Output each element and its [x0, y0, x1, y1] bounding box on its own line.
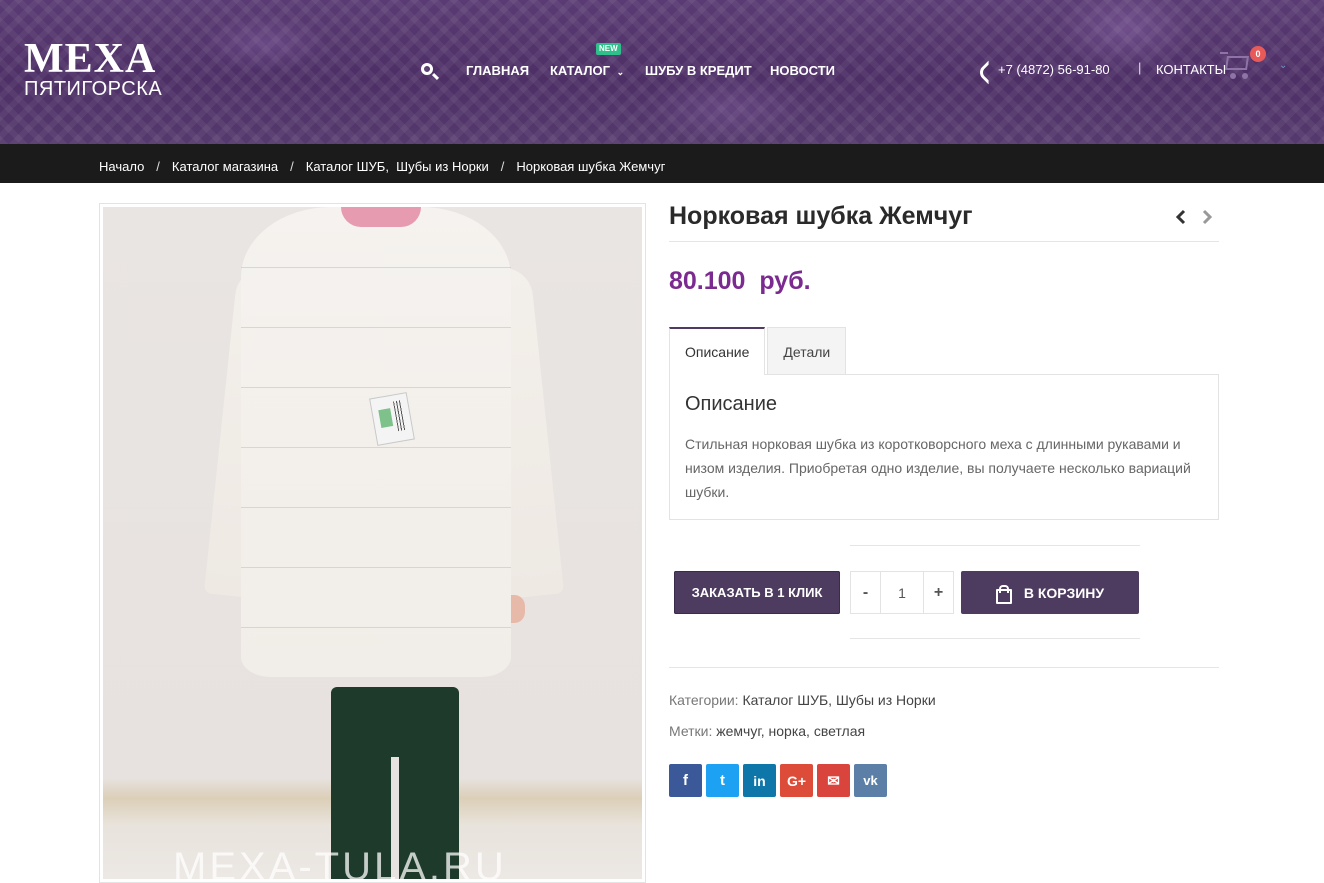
qty-minus-button[interactable]: -: [851, 572, 880, 613]
breadcrumb-current: Норковая шубка Жемчуг: [516, 159, 666, 174]
new-badge: NEW: [596, 43, 621, 55]
nav-item-catalog[interactable]: КАТАЛОГ ⌄: [550, 63, 624, 78]
add-to-cart-button[interactable]: В КОРЗИНУ: [961, 571, 1139, 614]
add-to-cart-label: В КОРЗИНУ: [1023, 584, 1105, 601]
product-tags: Метки: жемчуг, норка, светлая: [669, 723, 865, 739]
twitter-icon[interactable]: t: [706, 764, 739, 797]
tags-links[interactable]: жемчуг, норка, светлая: [716, 723, 865, 739]
header-separator: |: [1138, 60, 1142, 75]
categories-links[interactable]: Каталог ШУБ, Шубы из Норки: [742, 692, 935, 708]
linkedin-icon[interactable]: in: [743, 764, 776, 797]
contacts-link[interactable]: КОНТАКТЫ: [1156, 62, 1226, 77]
description-heading: Описание: [685, 393, 778, 415]
breadcrumb: Начало / Каталог магазина / Каталог ШУБ, Шуб…: [99, 159, 666, 174]
tags-label: Метки:: [669, 723, 713, 739]
breadcrumb-bar: Начало / Каталог магазина / Каталог ШУБ, Шуб…: [0, 144, 1324, 183]
product-nav: [1172, 206, 1216, 228]
divider: [669, 667, 1219, 668]
vk-icon[interactable]: vk: [854, 764, 887, 797]
chevron-down-icon: ⌄: [616, 67, 625, 77]
site-header: МЕХА ПЯТИГОРСКА ГЛАВНАЯ NEW КАТАЛОГ ⌄ ШУ…: [0, 0, 1324, 144]
tab-panel-description: Описание Стильная норковая шубка из коро…: [669, 374, 1219, 520]
divider: [850, 545, 1140, 546]
product-title: Норковая шубка Жемчуг: [669, 202, 973, 230]
shopping-bag-icon: [995, 584, 1012, 604]
description-text: Стильная норковая шубка из коротковорсно…: [685, 436, 1191, 500]
search-icon[interactable]: [418, 60, 440, 82]
next-product-icon[interactable]: [1198, 206, 1216, 228]
product-image[interactable]: MEXA-TULA.RU: [99, 203, 646, 883]
product-photo: MEXA-TULA.RU: [103, 207, 642, 879]
cart-count-badge: 0: [1250, 46, 1266, 62]
divider: [850, 638, 1140, 639]
breadcrumb-category[interactable]: Каталог ШУБ, Шубы из Норки: [306, 159, 489, 174]
logo-subtitle: ПЯТИГОРСКА: [24, 78, 163, 100]
quantity-stepper: - +: [850, 571, 954, 614]
breadcrumb-catalog[interactable]: Каталог магазина: [172, 159, 278, 174]
google-plus-icon[interactable]: G+: [780, 764, 813, 797]
product-price: 80.100 руб.: [669, 267, 811, 295]
nav-item-home[interactable]: ГЛАВНАЯ: [466, 63, 529, 78]
social-share: f t in G+ ✉ vk: [669, 764, 887, 797]
phone-number: +7 (4872) 56-91-80: [998, 62, 1110, 77]
divider: [669, 241, 1219, 242]
nav-item-news[interactable]: НОВОСТИ: [770, 63, 835, 78]
product-tabs: Описание Детали: [669, 327, 847, 375]
prev-product-icon[interactable]: [1172, 206, 1190, 228]
phone-link[interactable]: +7 (4872) 56-91-80: [980, 62, 1110, 77]
order-one-click-button[interactable]: ЗАКАЗАТЬ В 1 КЛИК: [674, 571, 840, 614]
categories-label: Категории:: [669, 692, 739, 708]
tab-description[interactable]: Описание: [669, 327, 766, 375]
email-icon[interactable]: ✉: [817, 764, 850, 797]
product-categories: Категории: Каталог ШУБ, Шубы из Норки: [669, 692, 936, 708]
price-tag: [369, 392, 415, 446]
nav-item-catalog-label: КАТАЛОГ: [550, 63, 610, 78]
phone-icon: [980, 64, 991, 75]
tab-details[interactable]: Детали: [767, 327, 847, 375]
nav-item-credit[interactable]: ШУБУ В КРЕДИТ: [645, 63, 752, 78]
image-watermark: MEXA-TULA.RU: [173, 845, 507, 879]
site-logo[interactable]: МЕХА ПЯТИГОРСКА: [24, 36, 163, 100]
logo-title: МЕХА: [24, 36, 157, 82]
quantity-input[interactable]: [880, 572, 924, 613]
qty-plus-button[interactable]: +: [924, 572, 953, 613]
breadcrumb-home[interactable]: Начало: [99, 159, 144, 174]
facebook-icon[interactable]: f: [669, 764, 702, 797]
cart-chevron-down-icon[interactable]: ⌄: [1279, 60, 1287, 71]
